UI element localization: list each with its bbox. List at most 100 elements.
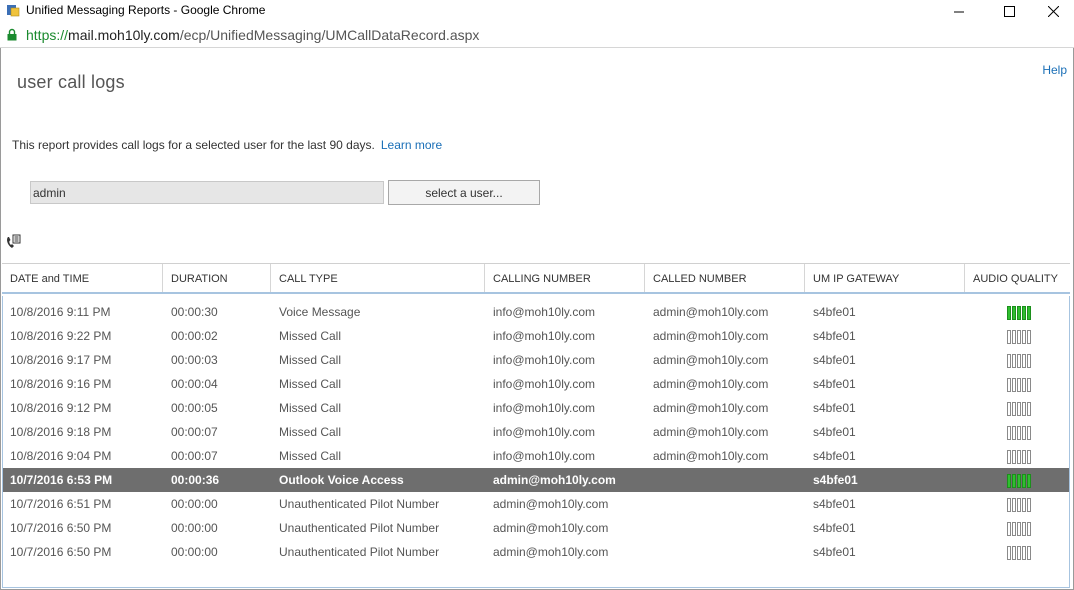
- column-audio-quality[interactable]: AUDIO QUALITY: [965, 264, 1070, 292]
- quality-bar: [1022, 306, 1026, 320]
- duration-cell: 00:00:05: [171, 401, 218, 415]
- quality-bar: [1027, 354, 1031, 368]
- minimize-icon: [953, 11, 964, 12]
- table-row[interactable]: 10/7/2016 6:50 PM 00:00:00 Unauthenticated…: [3, 540, 1069, 564]
- quality-bar: [1012, 474, 1016, 488]
- date-cell: 10/7/2016 6:50 PM: [10, 521, 112, 535]
- calling-number-cell: info@moh10ly.com: [493, 329, 595, 343]
- gateway-cell: s4bfe01: [813, 401, 856, 415]
- gateway-cell: s4bfe01: [813, 449, 856, 463]
- table-row[interactable]: 10/8/2016 9:11 PM 00:00:30 Voice Message in…: [3, 300, 1069, 324]
- date-cell: 10/7/2016 6:51 PM: [10, 497, 112, 511]
- gateway-cell: s4bfe01: [813, 377, 856, 391]
- calling-number-cell: info@moh10ly.com: [493, 425, 595, 439]
- gateway-cell: s4bfe01: [813, 521, 856, 535]
- close-icon: [1047, 5, 1059, 17]
- call-type-cell: Missed Call: [279, 425, 342, 439]
- table-row[interactable]: 10/8/2016 9:16 PM 00:00:04 Missed Call info…: [3, 372, 1069, 396]
- help-link[interactable]: Help: [1042, 63, 1067, 77]
- table-row[interactable]: 10/8/2016 9:17 PM 00:00:03 Missed Call info…: [3, 348, 1069, 372]
- duration-cell: 00:00:04: [171, 377, 218, 391]
- table-header: DATE and TIME DURATION CALL TYPE CALLING…: [2, 264, 1070, 294]
- quality-bar: [1007, 474, 1011, 488]
- phone-details-icon[interactable]: [5, 234, 21, 250]
- audio-quality-meter: [1007, 546, 1031, 560]
- table-row[interactable]: 10/7/2016 6:51 PM 00:00:00 Unauthenticated…: [3, 492, 1069, 516]
- table-row[interactable]: 10/7/2016 6:50 PM 00:00:00 Unauthenticated…: [3, 516, 1069, 540]
- call-type-cell: Missed Call: [279, 353, 342, 367]
- column-call-type[interactable]: CALL TYPE: [271, 264, 485, 292]
- learn-more-link[interactable]: Learn more: [381, 138, 442, 152]
- called-number-cell: admin@moh10ly.com: [653, 425, 769, 439]
- table-row[interactable]: 10/8/2016 9:22 PM 00:00:02 Missed Call info…: [3, 324, 1069, 348]
- address-bar[interactable]: https://mail.moh10ly.com/ecp/UnifiedMess…: [0, 22, 1074, 48]
- quality-bar: [1017, 498, 1021, 512]
- call-type-cell: Unauthenticated Pilot Number: [279, 545, 440, 559]
- gateway-cell: s4bfe01: [813, 473, 858, 487]
- quality-bar: [1012, 402, 1016, 416]
- duration-cell: 00:00:30: [171, 305, 218, 319]
- quality-bar: [1022, 330, 1026, 344]
- column-called-number[interactable]: CALLED NUMBER: [645, 264, 805, 292]
- report-description: This report provides call logs for a sel…: [12, 138, 442, 152]
- quality-bar: [1007, 450, 1011, 464]
- column-duration[interactable]: DURATION: [163, 264, 271, 292]
- duration-cell: 00:00:36: [171, 473, 220, 487]
- call-type-cell: Missed Call: [279, 329, 342, 343]
- calling-number-cell: info@moh10ly.com: [493, 401, 595, 415]
- gateway-cell: s4bfe01: [813, 545, 856, 559]
- duration-cell: 00:00:07: [171, 449, 218, 463]
- table-row[interactable]: 10/8/2016 9:18 PM 00:00:07 Missed Call info…: [3, 420, 1069, 444]
- column-calling-number[interactable]: CALLING NUMBER: [485, 264, 645, 292]
- table-row[interactable]: 10/8/2016 9:04 PM 00:00:07 Missed Call info…: [3, 444, 1069, 468]
- calling-number-cell: info@moh10ly.com: [493, 353, 595, 367]
- url-scheme: https://: [26, 27, 69, 43]
- maximize-button[interactable]: [986, 0, 1032, 22]
- minimize-button[interactable]: [936, 0, 982, 22]
- column-date-time[interactable]: DATE and TIME: [2, 264, 163, 292]
- audio-quality-meter: [1007, 330, 1031, 344]
- quality-bar: [1012, 450, 1016, 464]
- called-number-cell: [646, 540, 805, 564]
- quality-bar: [1017, 450, 1021, 464]
- audio-quality-meter: [1007, 522, 1031, 536]
- table-row[interactable]: 10/8/2016 9:12 PM 00:00:05 Missed Call info…: [3, 396, 1069, 420]
- quality-bar: [1017, 354, 1021, 368]
- duration-cell: 00:00:07: [171, 425, 218, 439]
- url-text[interactable]: https://mail.moh10ly.com/ecp/UnifiedMess…: [26, 27, 479, 43]
- quality-bar: [1017, 330, 1021, 344]
- table-row[interactable]: 10/7/2016 6:53 PM 00:00:36 Outlook Voice A…: [3, 468, 1069, 492]
- gateway-cell: s4bfe01: [813, 425, 856, 439]
- duration-cell: 00:00:03: [171, 353, 218, 367]
- url-host: mail.moh10ly.com: [68, 27, 180, 43]
- called-number-cell: [646, 516, 805, 540]
- select-user-button[interactable]: select a user...: [388, 180, 540, 205]
- called-number-cell: admin@moh10ly.com: [653, 329, 769, 343]
- column-um-ip-gateway[interactable]: UM IP GATEWAY: [805, 264, 965, 292]
- quality-bar: [1022, 522, 1026, 536]
- calling-number-cell: admin@moh10ly.com: [493, 521, 609, 535]
- user-field: [30, 181, 409, 204]
- date-cell: 10/8/2016 9:22 PM: [10, 329, 112, 343]
- duration-cell: 00:00:00: [171, 521, 218, 535]
- quality-bar: [1027, 498, 1031, 512]
- quality-bar: [1012, 330, 1016, 344]
- quality-bar: [1012, 498, 1016, 512]
- quality-bar: [1012, 522, 1016, 536]
- user-input[interactable]: [31, 182, 361, 203]
- date-cell: 10/8/2016 9:12 PM: [10, 401, 112, 415]
- calling-number-cell: admin@moh10ly.com: [493, 497, 609, 511]
- called-number-cell: admin@moh10ly.com: [653, 305, 769, 319]
- quality-bar: [1017, 402, 1021, 416]
- close-window-button[interactable]: [1030, 0, 1074, 22]
- quality-bar: [1027, 378, 1031, 392]
- description-text: This report provides call logs for a sel…: [12, 138, 375, 152]
- quality-bar: [1007, 426, 1011, 440]
- duration-cell: 00:00:00: [171, 497, 218, 511]
- quality-bar: [1027, 402, 1031, 416]
- call-log-table: DATE and TIME DURATION CALL TYPE CALLING…: [2, 263, 1070, 588]
- quality-bar: [1017, 306, 1021, 320]
- call-type-cell: Missed Call: [279, 401, 342, 415]
- quality-bar: [1022, 474, 1026, 488]
- called-number-cell: [646, 468, 805, 492]
